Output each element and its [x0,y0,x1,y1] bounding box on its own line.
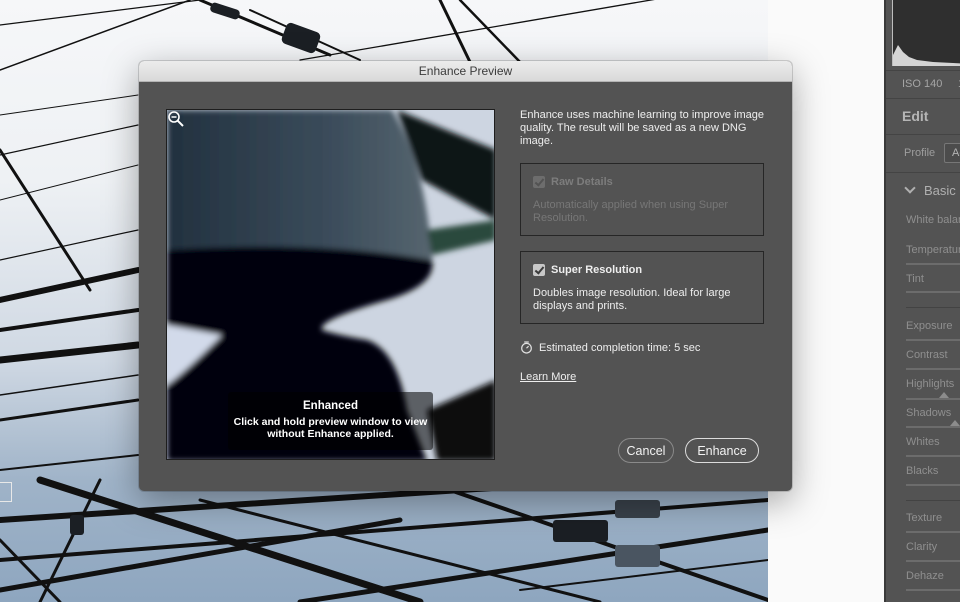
temperature-slider[interactable] [906,263,960,265]
preview-window[interactable]: Enhanced Click and hold preview window t… [166,109,495,460]
contrast-label: Contrast [906,349,948,361]
whites-slider[interactable] [906,455,960,457]
preview-overlay-title: Enhanced [303,400,358,412]
shadows-slider-thumb[interactable] [950,420,960,426]
learn-more-link[interactable]: Learn More [520,371,576,383]
clarity-label: Clarity [906,541,938,553]
preview-overlay-text: Click and hold preview window to view wi… [233,416,428,440]
enhance-button[interactable]: Enhance [685,438,759,463]
contrast-slider[interactable] [906,368,960,370]
temperature-label: Temperatur [906,244,960,256]
super-resolution-checkbox[interactable] [533,264,545,276]
dialog-title: Enhance Preview [139,61,792,82]
shadows-label: Shadows [906,407,952,419]
chevron-down-icon [904,182,916,194]
super-resolution-description: Doubles image resolution. Ideal for larg… [533,287,731,312]
estimated-time-text: Estimated completion time: 5 sec [539,341,701,354]
profile-label: Profile [904,147,936,159]
shadows-slider[interactable] [906,426,960,428]
raw-details-option: Raw Details Automatically applied when u… [520,163,764,236]
raw-details-checkbox[interactable] [533,176,545,188]
profile-select[interactable]: Ad [944,143,960,163]
preview-overlay: Enhanced Click and hold preview window t… [228,392,433,450]
iso-readout: ISO 140 [902,78,943,90]
super-resolution-option: Super Resolution Doubles image resolutio… [520,251,764,324]
dehaze-label: Dehaze [906,570,944,582]
dehaze-slider[interactable] [906,589,960,591]
white-balance-label: White balan [906,214,960,226]
blacks-label: Blacks [906,465,939,477]
exposure-label: Exposure [906,320,953,332]
edit-panel: ISO 140 1 Edit Profile Ad Basic White ba… [884,0,960,602]
enhance-preview-dialog: Enhance Preview Enhanced Click and hold … [139,61,792,491]
tint-label: Tint [906,273,924,285]
stopwatch-icon [521,341,532,354]
cancel-button[interactable]: Cancel [618,438,674,463]
tint-slider[interactable] [906,291,960,293]
histogram [892,0,960,66]
basic-section-toggle[interactable]: Basic [904,182,956,198]
exposure-slider[interactable] [906,339,960,341]
estimated-time: Estimated completion time: 5 sec [520,341,770,354]
intro-text: Enhance uses machine learning to improve… [520,109,764,147]
highlights-slider-thumb[interactable] [939,392,949,398]
highlights-slider[interactable] [906,398,960,400]
blacks-slider[interactable] [906,484,960,486]
zoom-out-icon[interactable] [167,110,185,128]
texture-label: Texture [906,512,943,524]
whites-label: Whites [906,436,940,448]
crop-marker [0,482,12,502]
clarity-slider[interactable] [906,560,960,562]
basic-section-label: Basic [924,183,956,198]
edit-panel-title: Edit [902,108,929,124]
super-resolution-title: Super Resolution [551,264,643,276]
raw-details-title: Raw Details [551,176,613,188]
raw-details-description: Automatically applied when using Super R… [533,199,729,224]
enhance-options: Enhance uses machine learning to improve… [520,109,770,383]
texture-slider[interactable] [906,531,960,533]
highlights-label: Highlights [906,378,955,390]
